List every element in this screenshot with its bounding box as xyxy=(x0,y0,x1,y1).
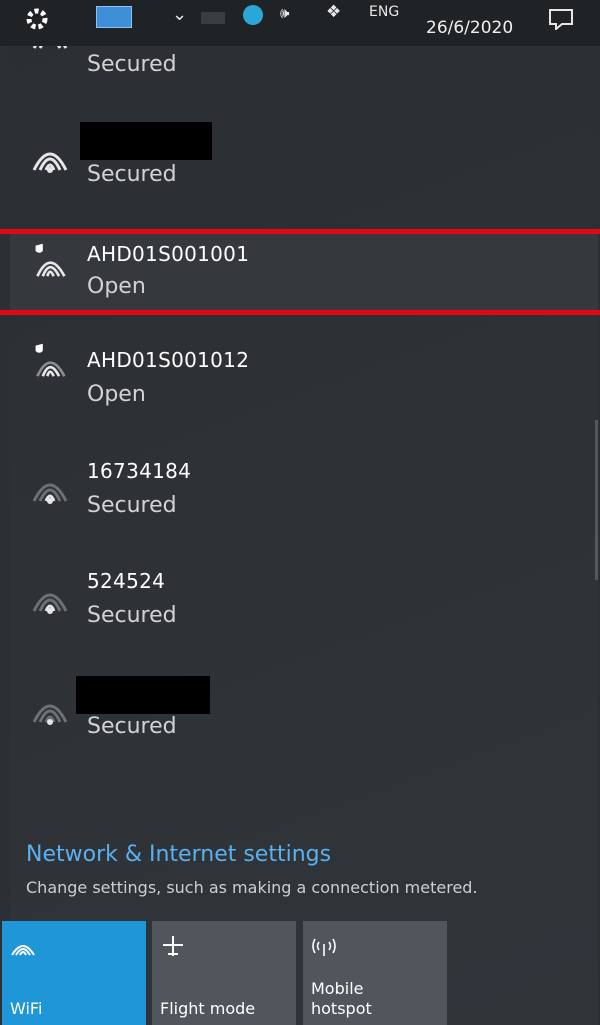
wifi-tile[interactable]: WiFi xyxy=(2,921,146,1025)
hotspot-icon xyxy=(312,938,336,956)
redacted-network-name xyxy=(76,676,210,714)
network-item[interactable]: 524524 Secured xyxy=(10,551,598,661)
network-status: Secured xyxy=(87,714,177,739)
network-status: Open xyxy=(87,274,146,299)
language-indicator[interactable]: ENG xyxy=(369,4,399,20)
keyboard-icon[interactable] xyxy=(96,6,132,28)
network-status: Secured xyxy=(87,493,177,518)
wifi-signal-icon xyxy=(32,152,68,173)
highlight-line-top xyxy=(0,229,600,234)
wifi-shield-icon xyxy=(35,243,66,277)
chevron-up-icon[interactable]: ⌄ xyxy=(172,4,187,25)
network-status: Secured xyxy=(87,162,177,187)
network-status: Secured xyxy=(87,52,177,77)
airplane-icon xyxy=(163,936,183,956)
highlight-line-bottom xyxy=(0,310,600,315)
network-name: AHD01S001001 xyxy=(87,242,250,266)
network-item[interactable]: AHD01S001012 Open xyxy=(10,330,598,440)
mobile-hotspot-tile[interactable]: Mobile hotspot xyxy=(303,921,447,1025)
network-item[interactable]: 16734184 Secured xyxy=(10,441,598,551)
network-item[interactable]: Secured xyxy=(10,662,598,772)
network-item[interactable]: Secured xyxy=(10,110,598,220)
taskbar: ⌄ 🕪 ❖ ENG 26/6/2020 xyxy=(0,0,600,46)
wifi-signal-icon xyxy=(32,483,68,504)
wifi-icon xyxy=(11,945,35,956)
flight-mode-tile[interactable]: Flight mode xyxy=(152,921,296,1025)
network-item-selected[interactable]: AHD01S001001 Open xyxy=(10,232,598,310)
speaker-icon[interactable]: 🕪 xyxy=(280,4,289,22)
network-settings-description: Change settings, such as making a connec… xyxy=(26,878,478,897)
app-tray-icon[interactable] xyxy=(243,5,263,25)
dropbox-icon[interactable]: ❖ xyxy=(326,2,341,22)
wifi-shield-icon xyxy=(35,343,66,377)
battery-icon[interactable] xyxy=(201,12,225,24)
network-name: AHD01S001012 xyxy=(87,348,250,372)
wifi-tile-label: WiFi xyxy=(10,999,43,1018)
settings-gear-icon[interactable] xyxy=(24,6,50,32)
network-status: Open xyxy=(87,382,146,407)
taskbar-date[interactable]: 26/6/2020 xyxy=(426,18,513,38)
network-name: 16734184 xyxy=(87,459,192,483)
wifi-signal-icon xyxy=(32,593,68,614)
scrollbar[interactable] xyxy=(595,420,598,580)
wifi-signal-icon xyxy=(32,704,68,725)
flight-mode-tile-label: Flight mode xyxy=(160,999,256,1018)
redacted-network-name xyxy=(80,122,212,160)
network-name: 524524 xyxy=(87,569,166,593)
network-status: Secured xyxy=(87,603,177,628)
mobile-hotspot-tile-label: Mobile hotspot xyxy=(311,979,372,1018)
notification-icon[interactable] xyxy=(548,8,574,30)
network-flyout: Secured Secured AHD01S001001 Open AHD01S… xyxy=(10,0,598,1025)
network-settings-link[interactable]: Network & Internet settings xyxy=(26,842,331,867)
